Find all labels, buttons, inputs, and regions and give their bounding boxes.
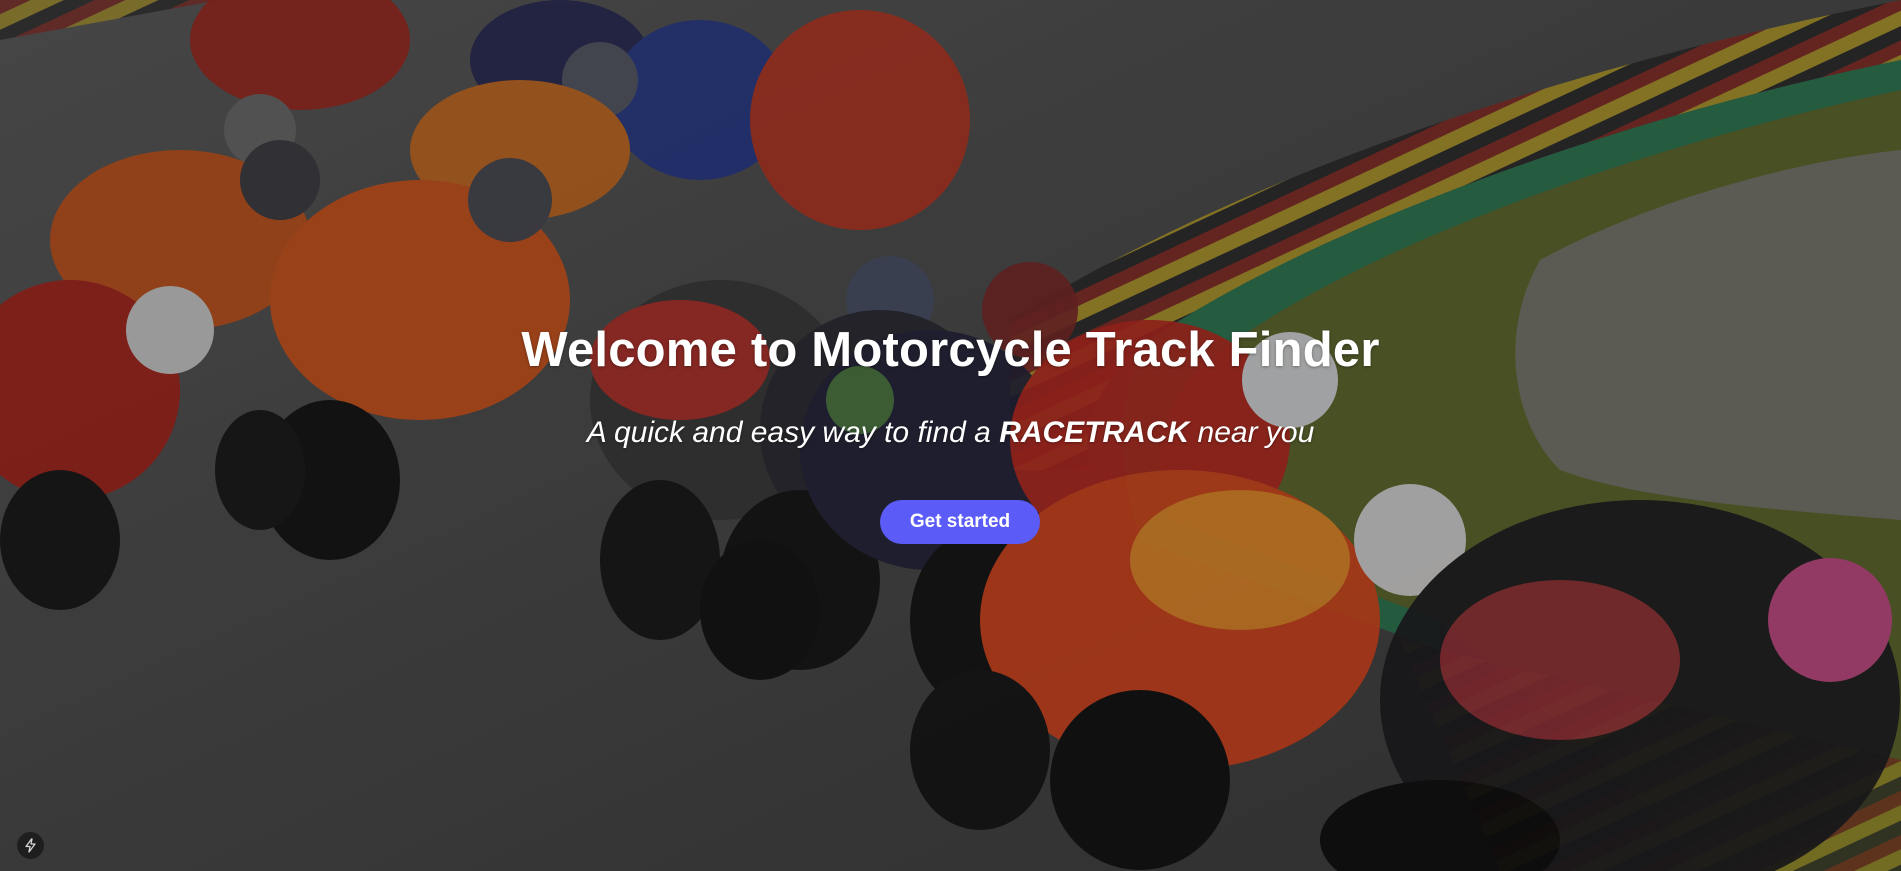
page-title: Welcome to Motorcycle Track Finder xyxy=(521,323,1380,377)
subtitle-emphasis: RACETRACK xyxy=(999,416,1190,449)
corner-badge[interactable] xyxy=(17,832,44,859)
hero-subtitle: A quick and easy way to find a RACETRACK… xyxy=(0,416,1901,450)
lightning-icon xyxy=(25,838,36,853)
get-started-button[interactable]: Get started xyxy=(880,500,1040,544)
hero-section: Welcome to Motorcycle Track Finder A qui… xyxy=(0,0,1901,871)
subtitle-prefix: A quick and easy way to find a xyxy=(586,416,1000,449)
subtitle-suffix: near you xyxy=(1189,416,1315,449)
hero-content: Welcome to Motorcycle Track Finder A qui… xyxy=(0,0,1901,871)
